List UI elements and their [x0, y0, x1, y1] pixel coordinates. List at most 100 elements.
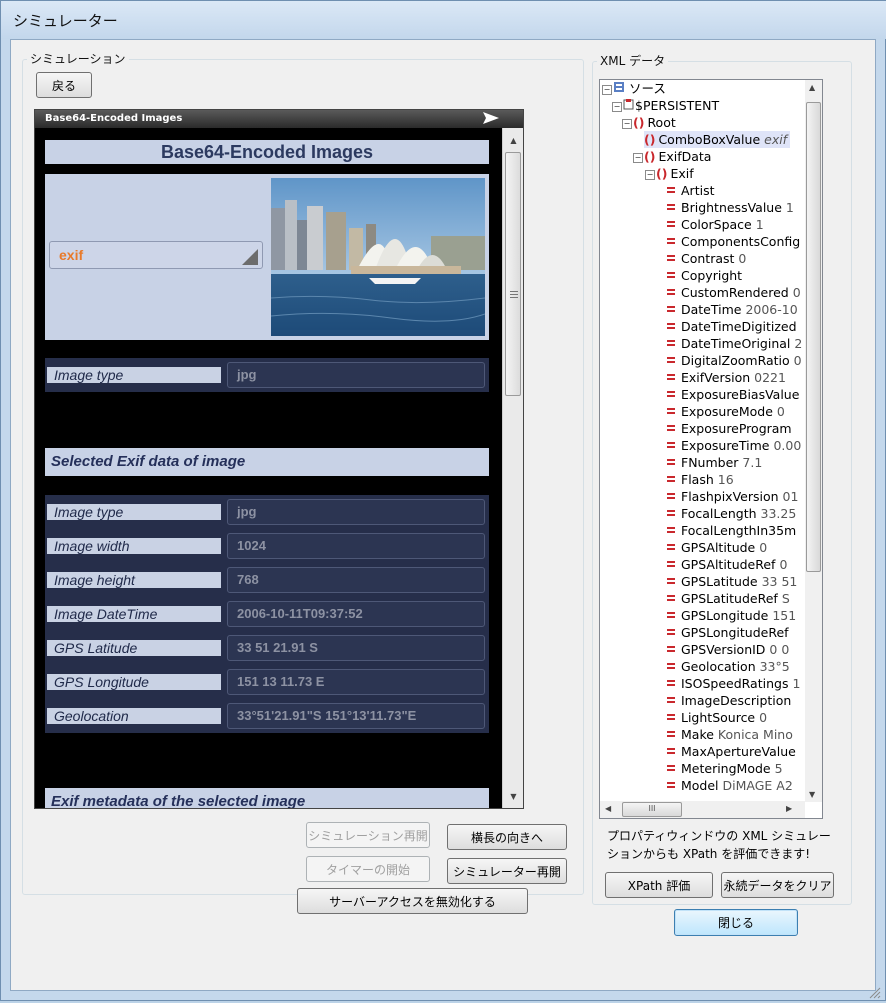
tree-node-label: GPSVersionID	[681, 642, 766, 657]
tree-vertical-scrollbar[interactable]: ▲ ▼	[805, 80, 822, 802]
tree-node-attribute[interactable]: DateTimeOriginal 2	[666, 335, 802, 352]
collapse-icon[interactable]: −	[612, 102, 622, 112]
tree-node-value: 0 0	[769, 642, 790, 657]
tree-node-label: GPSLatitudeRef	[681, 591, 778, 606]
collapse-icon[interactable]: −	[622, 119, 632, 129]
close-button[interactable]: 閉じる	[674, 909, 798, 936]
tree-node-attribute[interactable]: MaxApertureValue	[666, 743, 796, 760]
tree-node-label: $PERSISTENT	[635, 98, 720, 113]
tree-node-attribute[interactable]: ExposureTime 0.00	[666, 437, 801, 454]
tree-node-value: 151	[772, 608, 797, 623]
tree-node-attribute[interactable]: GPSAltitudeRef 0	[666, 556, 787, 573]
image-combobox[interactable]: exif	[49, 241, 263, 269]
tree-node-attribute[interactable]: FocalLengthIn35m	[666, 522, 796, 539]
tree-node-attribute[interactable]: ExposureMode 0	[666, 403, 785, 420]
tree-node-attribute[interactable]: ColorSpace 1	[666, 216, 764, 233]
tree-node-label: FocalLength	[681, 506, 757, 521]
tree-node-attribute[interactable]: Artist	[666, 182, 714, 199]
restart-simulation-button[interactable]: シミュレーション再開	[306, 822, 430, 848]
tree-node-label: ComponentsConfig	[681, 234, 801, 249]
tree-node-attribute[interactable]: Make Konica Mino	[666, 726, 793, 743]
tree-node-attribute[interactable]: GPSLongitude 151	[666, 607, 796, 624]
resize-grip-icon[interactable]	[869, 984, 881, 999]
tree-node-exif[interactable]: −() Exif	[645, 165, 694, 182]
viewer-scrollbar[interactable]: ▲ ▼	[502, 128, 523, 808]
start-timer-button[interactable]: タイマーの開始	[306, 856, 430, 882]
table-row: GPS Longitude 151 13 11.73 E	[45, 665, 489, 699]
scrollbar-thumb[interactable]	[505, 152, 521, 396]
tree-node-source[interactable]: − ソース	[602, 80, 666, 97]
tree-node-attribute[interactable]: MeteringMode 5	[666, 760, 783, 777]
collapse-icon[interactable]: −	[633, 153, 643, 163]
scroll-down-icon[interactable]: ▼	[503, 788, 523, 806]
tree-node-attribute[interactable]: Copyright	[666, 267, 742, 284]
tree-node-exifdata[interactable]: −() ExifData	[633, 148, 711, 165]
attribute-icon	[667, 629, 675, 635]
clear-persistent-data-button[interactable]: 永続データをクリア	[721, 872, 834, 898]
tree-node-label: DateTimeDigitized	[681, 319, 797, 334]
tree-node-persistent[interactable]: − $PERSISTENT	[612, 97, 719, 114]
attribute-icon	[667, 731, 675, 737]
tree-node-label: Model	[681, 778, 719, 793]
tree-node-attribute[interactable]: Model DiMAGE A2	[666, 777, 793, 794]
tree-node-attribute[interactable]: ComponentsConfig	[666, 233, 800, 250]
tree-node-attribute[interactable]: GPSVersionID 0 0	[666, 641, 789, 658]
tree-node-attribute[interactable]: FlashpixVersion 01	[666, 488, 798, 505]
scrollbar-thumb[interactable]: III	[622, 802, 682, 817]
attribute-icon	[667, 442, 675, 448]
tree-node-attribute[interactable]: Flash 16	[666, 471, 734, 488]
tree-horizontal-scrollbar[interactable]: ◀ III ▶	[600, 801, 805, 818]
tree-node-attribute[interactable]: BrightnessValue 1	[666, 199, 794, 216]
tree-node-attribute[interactable]: DateTime 2006-10	[666, 301, 798, 318]
section-heading-exif-metadata: Exif metadata of the selected image	[45, 788, 489, 808]
tree-node-attribute[interactable]: CustomRendered 0	[666, 284, 801, 301]
tree-node-value: 5	[774, 761, 783, 776]
send-arrow-icon[interactable]	[483, 111, 499, 129]
attribute-icon	[667, 595, 675, 601]
tree-node-attribute[interactable]: GPSLatitude 33 51	[666, 573, 797, 590]
xml-data-group-label: XML データ	[597, 52, 669, 69]
scrollbar-thumb[interactable]	[806, 102, 821, 572]
tree-node-label: ExposureMode	[681, 404, 773, 419]
simulator-window: シミュレーター シミュレーション 戻る Base64-Encoded Image…	[0, 0, 886, 1001]
attribute-icon	[667, 680, 675, 686]
tree-node-combobox-value[interactable]: () ComboBoxValue exif	[644, 131, 791, 148]
tree-node-attribute[interactable]: Contrast 0	[666, 250, 746, 267]
tree-node-attribute[interactable]: ImageDescription	[666, 692, 791, 709]
scroll-up-icon[interactable]: ▲	[503, 132, 523, 150]
tree-node-attribute[interactable]: Geolocation 33°5	[666, 658, 790, 675]
tree-node-label: BrightnessValue	[681, 200, 782, 215]
tree-node-attribute[interactable]: LightSource 0	[666, 709, 767, 726]
tree-node-root[interactable]: −() Root	[622, 114, 676, 131]
tree-node-attribute[interactable]: DigitalZoomRatio 0	[666, 352, 802, 369]
landscape-orientation-button[interactable]: 横長の向きへ	[447, 824, 567, 850]
xml-tree-view[interactable]: − ソース − $PERSISTENT −() Root () ComboBoxVal…	[599, 79, 823, 819]
field-value: 768	[227, 567, 485, 593]
tree-node-attribute[interactable]: FocalLength 33.25	[666, 505, 796, 522]
scroll-up-icon[interactable]: ▲	[809, 83, 815, 92]
title-bar[interactable]: シミュレーター	[1, 1, 886, 39]
tree-node-attribute[interactable]: FNumber 7.1	[666, 454, 762, 471]
xpath-evaluate-button[interactable]: XPath 評価	[605, 872, 713, 898]
tree-node-attribute[interactable]: ExifVersion 0221	[666, 369, 786, 386]
tree-node-label: FocalLengthIn35m	[681, 523, 797, 538]
tree-node-attribute[interactable]: GPSLongitudeRef	[666, 624, 789, 641]
scroll-right-icon[interactable]: ▶	[786, 804, 792, 813]
window-title: シミュレーター	[13, 12, 118, 30]
tree-node-attribute[interactable]: DateTimeDigitized	[666, 318, 797, 335]
tree-node-attribute[interactable]: GPSAltitude 0	[666, 539, 767, 556]
scroll-down-icon[interactable]: ▼	[809, 790, 815, 799]
restart-simulator-button[interactable]: シミュレーター再開	[447, 858, 567, 884]
tree-node-attribute[interactable]: GPSLatitudeRef S	[666, 590, 790, 607]
scroll-left-icon[interactable]: ◀	[605, 804, 611, 813]
tree-node-attribute[interactable]: ExposureProgram	[666, 420, 792, 437]
image-panel: exif	[45, 174, 489, 340]
collapse-icon[interactable]: −	[602, 85, 612, 95]
tree-node-attribute[interactable]: ExposureBiasValue	[666, 386, 799, 403]
collapse-icon[interactable]: −	[645, 170, 655, 180]
disable-server-access-button[interactable]: サーバーアクセスを無効化する	[297, 888, 528, 914]
attribute-icon	[667, 782, 675, 788]
field-value: 33°51'21.91"S 151°13'11.73"E	[227, 703, 485, 729]
tree-node-attribute[interactable]: ISOSpeedRatings 1	[666, 675, 800, 692]
back-button[interactable]: 戻る	[36, 72, 92, 98]
